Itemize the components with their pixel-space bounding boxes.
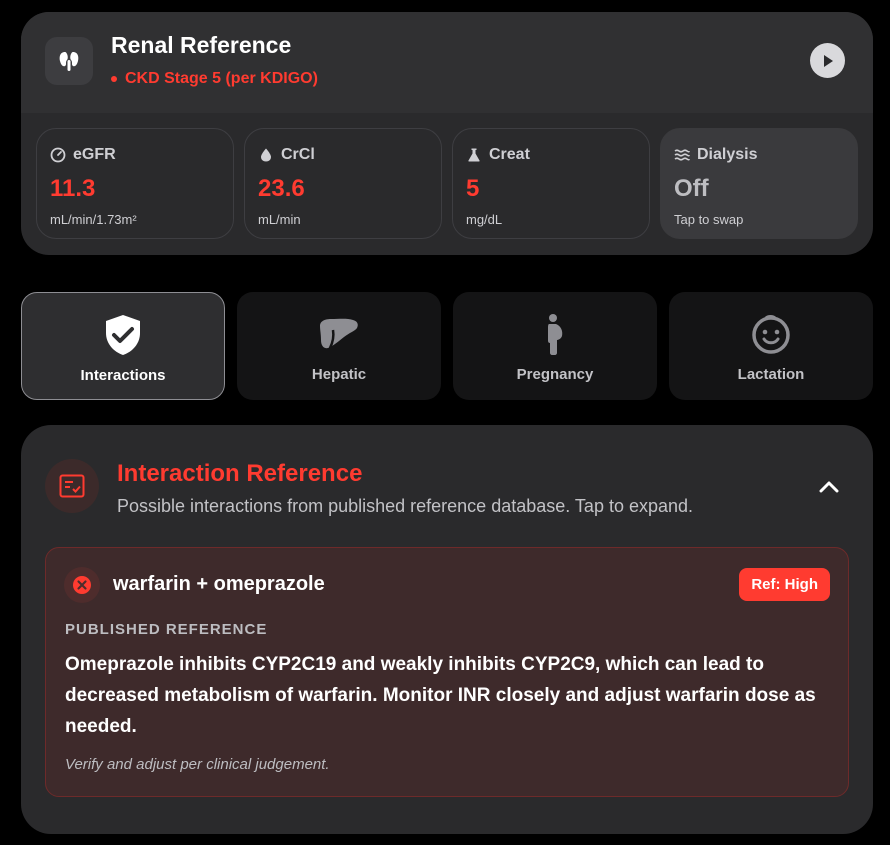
tab-pregnancy[interactable]: Pregnancy	[453, 292, 657, 400]
kidney-icon	[45, 37, 93, 85]
metric-label: Dialysis	[697, 146, 758, 163]
play-button[interactable]	[810, 43, 845, 78]
drop-icon	[261, 148, 271, 162]
tab-interactions[interactable]: Interactions	[21, 292, 225, 400]
interaction-reference-subtitle: Possible interactions from published ref…	[117, 496, 694, 516]
checklist-icon	[45, 459, 99, 513]
severity-badge: Ref: High	[739, 568, 830, 601]
interaction-item[interactable]: warfarin + omeprazole Ref: High PUBLISHE…	[45, 547, 849, 797]
clinical-note: Verify and adjust per clinical judgement…	[65, 756, 330, 773]
ckd-stage-label: CKD Stage 5 (per KDIGO)	[111, 70, 318, 88]
renal-reference-card: Renal Reference CKD Stage 5 (per KDIGO) …	[21, 12, 873, 255]
ckd-stage-text: CKD Stage 5 (per KDIGO)	[125, 70, 318, 87]
collapse-button[interactable]	[817, 475, 841, 499]
metric-crcl[interactable]: CrCl 23.6 mL/min	[244, 128, 442, 239]
metric-label: CrCl	[281, 146, 315, 163]
tab-label: Interactions	[80, 367, 166, 384]
tab-hepatic[interactable]: Hepatic	[237, 292, 441, 400]
chevron-up-icon	[819, 481, 839, 493]
metric-unit: mL/min	[258, 212, 301, 227]
metric-value: 11.3	[50, 175, 96, 202]
metric-value: Off	[674, 175, 709, 202]
tab-lactation[interactable]: Lactation	[669, 292, 873, 400]
metric-egfr[interactable]: eGFR 11.3 mL/min/1.73m²	[36, 128, 234, 239]
section-label: PUBLISHED REFERENCE	[65, 621, 268, 638]
status-dot	[111, 76, 117, 82]
interaction-reference-card: Interaction Reference Possible interacti…	[21, 425, 873, 834]
metric-dialysis-toggle[interactable]: Dialysis Off Tap to swap	[660, 128, 858, 239]
metric-creat[interactable]: Creat 5 mg/dL	[452, 128, 650, 239]
metric-value: 5	[466, 175, 480, 202]
tab-label: Lactation	[737, 366, 805, 383]
renal-header: Renal Reference CKD Stage 5 (per KDIGO)	[21, 12, 873, 113]
metric-label: Creat	[489, 146, 530, 163]
play-icon	[823, 54, 833, 67]
baby-face-icon	[752, 315, 790, 354]
interaction-description: Omeprazole inhibits CYP2C19 and weakly i…	[65, 654, 816, 737]
metric-label: eGFR	[73, 146, 116, 163]
metric-value: 23.6	[258, 175, 305, 202]
drug-pair: warfarin + omeprazole	[113, 573, 325, 595]
tab-label: Pregnancy	[516, 366, 594, 383]
flask-icon	[468, 148, 480, 162]
waves-icon	[674, 149, 690, 161]
page-title: Renal Reference	[111, 32, 292, 58]
metric-unit: mL/min/1.73m²	[50, 212, 137, 227]
metric-unit: mg/dL	[466, 212, 503, 227]
interaction-reference-title: Interaction Reference	[117, 460, 363, 487]
shield-check-icon	[106, 315, 140, 355]
pregnant-icon	[548, 314, 563, 355]
tab-label: Hepatic	[311, 366, 367, 383]
gauge-icon	[50, 147, 66, 163]
liver-icon	[320, 318, 358, 349]
metric-hint: Tap to swap	[674, 212, 744, 227]
severity-x-icon	[64, 567, 100, 603]
